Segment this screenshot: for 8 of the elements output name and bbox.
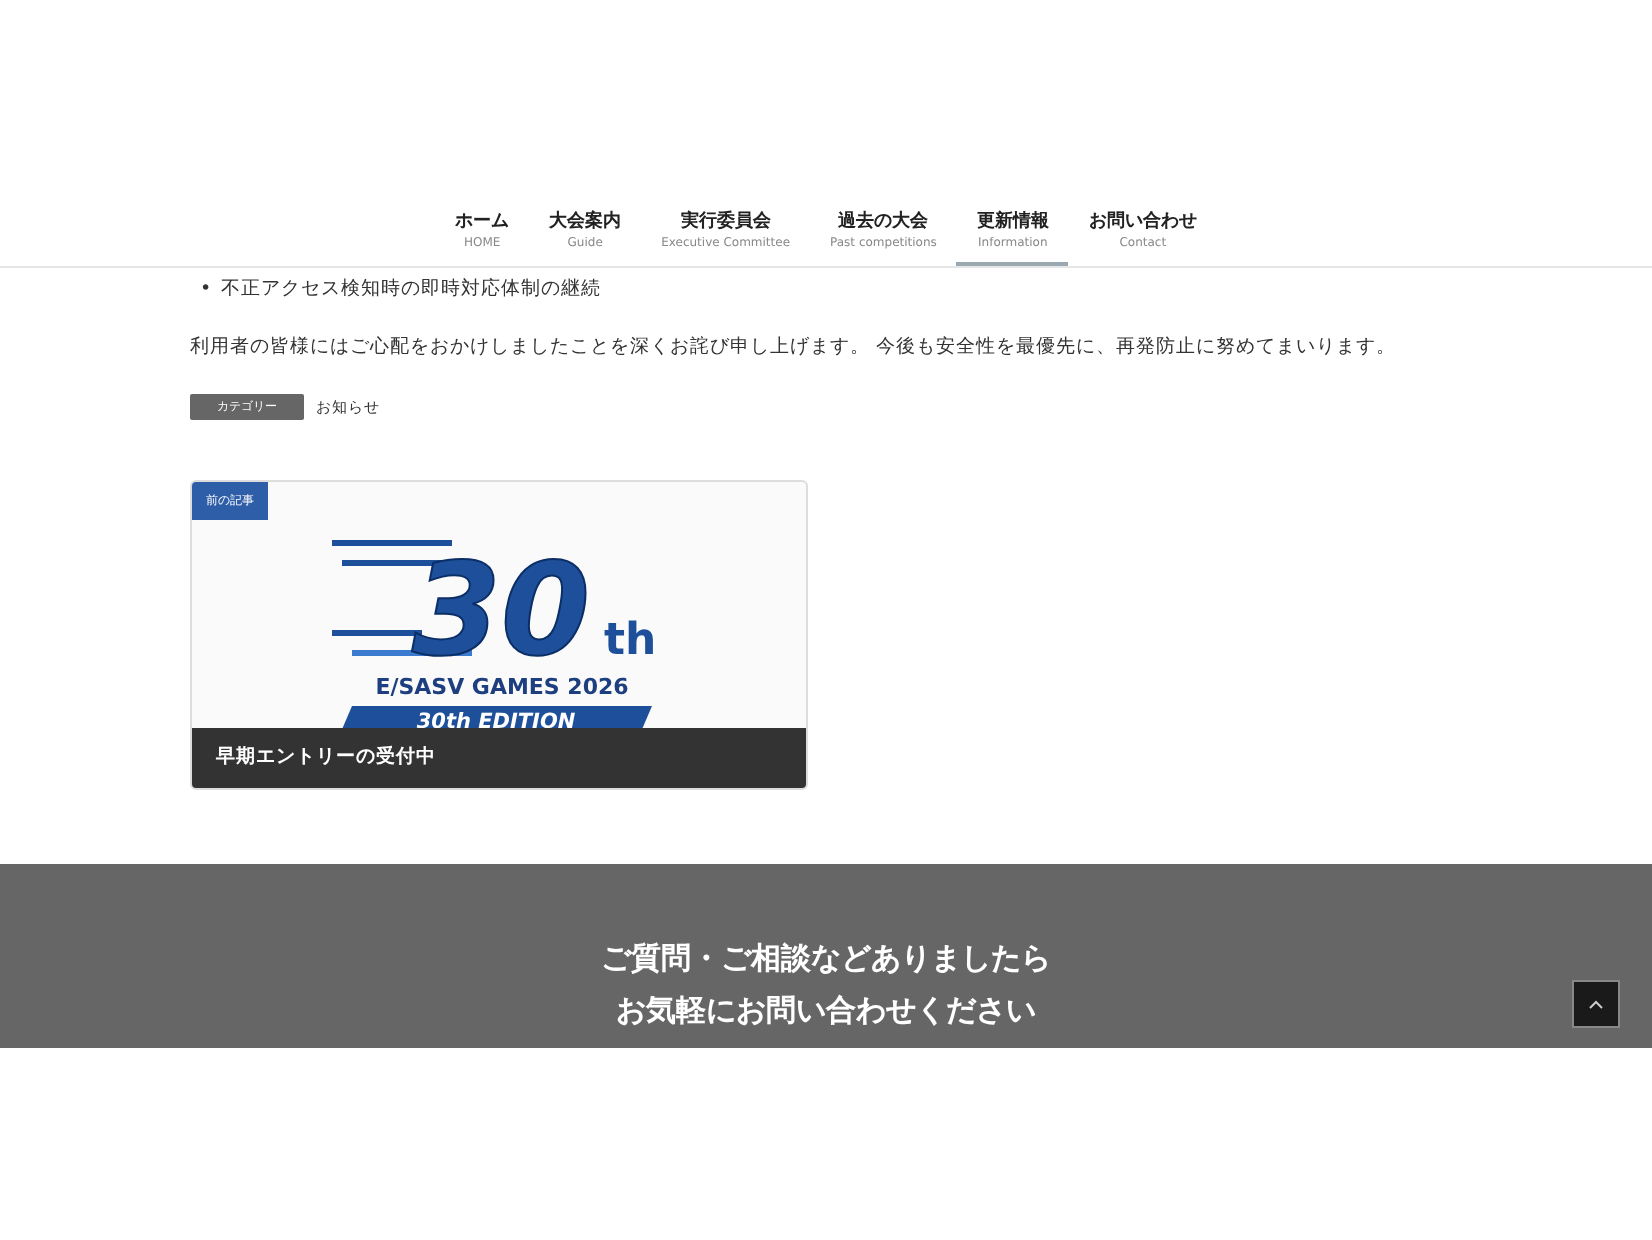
contact-prompt-text: ご質問・ご相談などありましたら [601,937,1051,980]
article-paragraph: 利用者の皆様にはご心配をおかけしましたことを深くお詫び申し上げます。 今後も安全性を最優先に、再発防止に努めてまいります。 [190,333,1399,362]
chevron-up-icon [1588,997,1604,1010]
bullet-marker: • [200,276,212,305]
previous-post-title: 早期エントリーの受付中 [192,727,806,788]
back-to-top-button[interactable] [1572,979,1620,1028]
bullet-text: 不正アクセス検知時の即時対応体制の継続 [221,276,602,305]
contact-prompt-text: お気軽にお問い合わせください [614,989,1038,1032]
